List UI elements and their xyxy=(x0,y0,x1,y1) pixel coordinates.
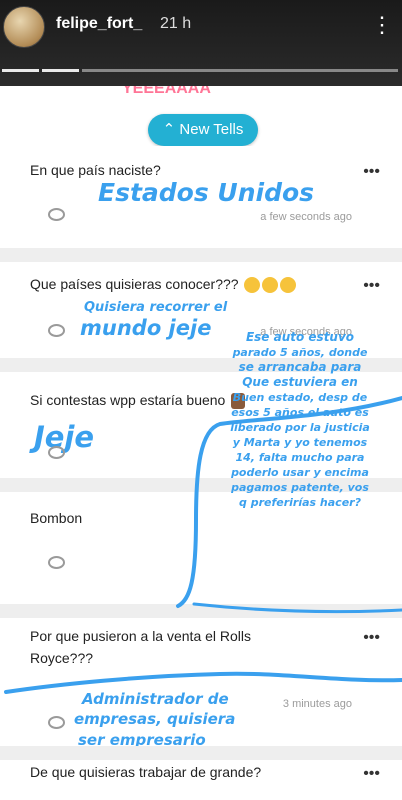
handwritten-reply-note: Ese auto estuvo parado 5 años, donde se … xyxy=(205,330,395,510)
note-line: Que estuviera en xyxy=(242,375,358,389)
note-line: Ese auto estuvo xyxy=(245,330,355,344)
story-progress-segment xyxy=(82,69,398,72)
story-header: felipe_fort_ 21 h ⋮ xyxy=(0,0,402,86)
note-line: y Marta y yo tenemos xyxy=(232,436,368,449)
note-line: q preferirías hacer? xyxy=(239,496,361,509)
username[interactable]: felipe_fort_ xyxy=(56,15,142,33)
note-line: pagamos patente, vos xyxy=(231,481,369,494)
more-options-icon[interactable]: ⋮ xyxy=(371,12,394,38)
note-line: parado 5 años, donde xyxy=(232,346,368,359)
note-line: esos 5 años el auto es xyxy=(231,406,369,419)
avatar[interactable] xyxy=(3,6,45,48)
note-line: Buen estado, desp de xyxy=(232,391,368,404)
note-line: se arrancaba para xyxy=(238,360,362,374)
note-line: 14, falta mucho para xyxy=(235,451,365,464)
story-viewer: felipe_fort_ 21 h ⋮ YEEEAAAA ⌃ New Tells… xyxy=(0,0,402,800)
post-time: 21 h xyxy=(160,15,192,32)
note-line: poderlo usar y encima xyxy=(231,466,369,479)
story-progress-segment xyxy=(2,69,39,72)
story-progress-segment xyxy=(42,69,79,72)
note-line: liberado por la justicia xyxy=(230,421,370,434)
